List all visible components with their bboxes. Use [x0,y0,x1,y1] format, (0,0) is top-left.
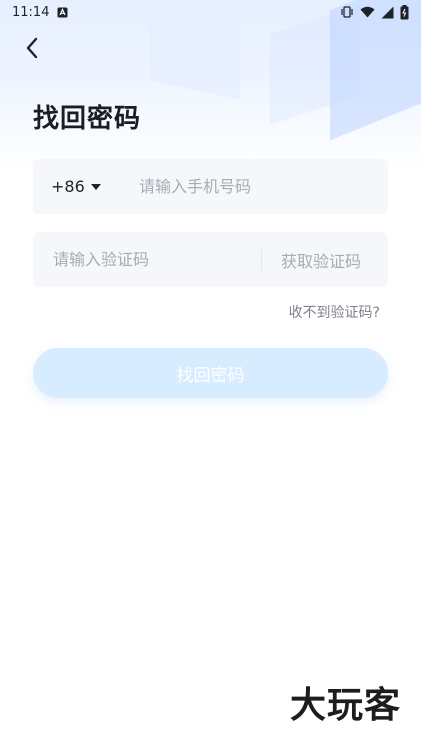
country-code-selector[interactable]: +86 [51,159,101,214]
page-title: 找回密码 [33,104,142,134]
caret-down-icon [90,183,101,190]
status-left: 11:14 [12,5,68,20]
wifi-icon [360,6,375,18]
back-button[interactable] [18,34,46,62]
verification-code-field: 获取验证码 [33,232,388,287]
phone-field: +86 [33,159,388,214]
no-code-help-link[interactable]: 收不到验证码? [289,302,380,322]
verification-code-input[interactable] [53,232,253,287]
vibrate-icon [340,5,354,19]
battery-icon [400,4,409,20]
status-right [340,4,409,20]
recover-password-button[interactable]: 找回密码 [33,348,388,398]
status-time: 11:14 [12,4,50,20]
chevron-left-icon [24,36,40,60]
watermark-logo: 大玩客 [289,685,401,726]
notification-app-icon [57,7,68,18]
status-bar: 11:14 [0,0,421,24]
signal-icon [381,6,394,19]
phone-input[interactable] [139,159,374,214]
get-code-button[interactable]: 获取验证码 [281,232,361,287]
header-background [0,0,421,170]
field-divider [261,249,262,271]
country-code-label: +86 [51,177,85,196]
